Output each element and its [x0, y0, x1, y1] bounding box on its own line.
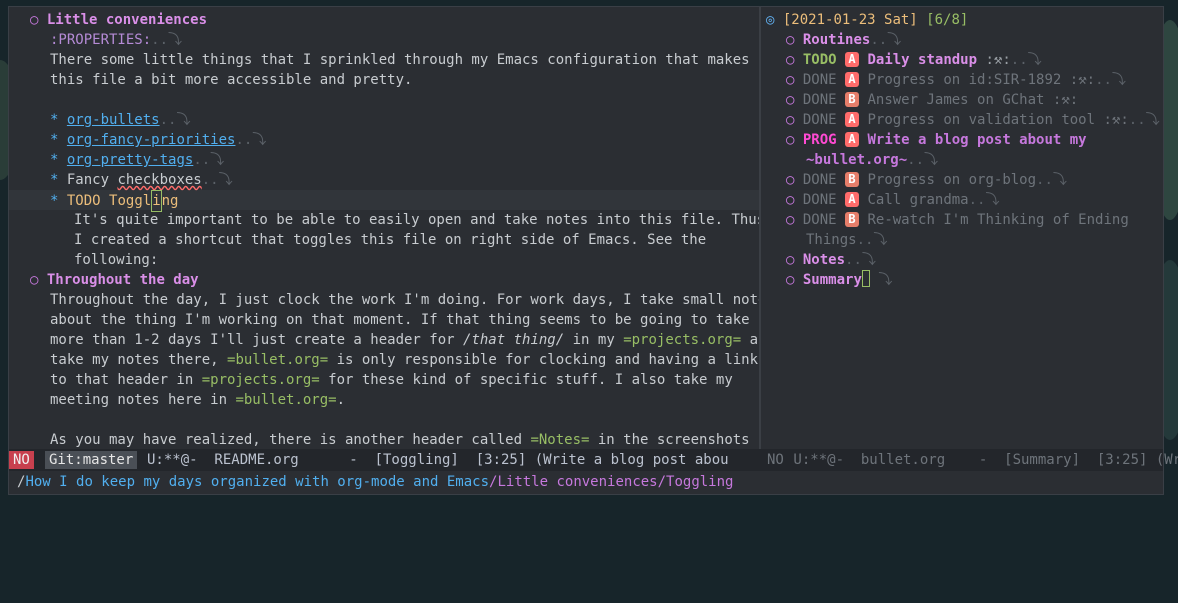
list-star-icon: * [50, 152, 59, 168]
fold-arrow-icon: ..⤵ [1095, 72, 1126, 88]
heading-bullet-icon: ◎ [766, 12, 775, 28]
task-answer-james[interactable]: ○ DONE B Answer James on GChat :⚒: [786, 90, 1078, 110]
fold-arrow-icon: ..⤵ [856, 232, 888, 248]
priority-badge: A [845, 72, 860, 87]
list-star-icon: * [50, 172, 59, 188]
heading-bullet-icon: ○ [786, 52, 795, 68]
fold-arrow-icon: ..⤵ [1010, 52, 1042, 68]
heading-bullet-icon: ○ [786, 92, 795, 108]
heading-little-conveniences[interactable]: ○ Little conveniences [30, 10, 207, 30]
paragraph-line: I created a shortcut that toggles this f… [74, 232, 707, 248]
priority-badge: A [845, 132, 860, 147]
text-cursor [861, 270, 870, 287]
heading-notes[interactable]: ○ Notes..⤵ [786, 250, 876, 270]
list-star-icon: * [50, 132, 59, 148]
link-org-fancy-priorities[interactable]: org-fancy-priorities [67, 132, 236, 148]
fold-arrow-icon: ..⤵ [968, 192, 1000, 208]
task-blog-post-cont: ~bullet.org~..⤵ [806, 152, 939, 168]
link-org-pretty-tags[interactable]: org-pretty-tags [67, 152, 193, 168]
heading-bullet-icon: ○ [30, 272, 39, 288]
list-item-org-pretty-tags[interactable]: * org-pretty-tags..⤵ [50, 150, 224, 170]
emacs-frame: ○ Little conveniences :PROPERTIES:..⤵ Th… [8, 6, 1178, 495]
right-evil-state: NO [767, 452, 784, 468]
minibuffer[interactable]: /How I do keep my days organized with or… [9, 471, 1163, 494]
right-window-bullet[interactable]: ◎ [2021-01-23 Sat] [6/8] ○ Routines..⤵ ○… [761, 7, 1163, 449]
paragraph-line: more than 1-2 days I'll just create a he… [50, 332, 759, 348]
heading-routines[interactable]: ○ Routines..⤵ [786, 30, 901, 50]
right-status: U:**@- bullet.org - [Summary] [3:25] (Wr [785, 452, 1178, 468]
task-daily-standup[interactable]: ○ TODO A Daily standup :⚒:..⤵ [786, 50, 1042, 70]
fold-arrow-icon: ..⤵ [907, 152, 939, 168]
fold-arrow-icon: ..⤵ [1128, 112, 1160, 128]
heading-bullet-icon: ○ [786, 212, 795, 228]
priority-badge: B [845, 212, 860, 227]
heading-bullet-icon: ○ [786, 272, 795, 288]
paragraph-line: to that header in =projects.org= for the… [50, 372, 733, 388]
left-status: U:**@- README.org - [Toggling] [3:25] (W… [147, 452, 729, 468]
date-heading[interactable]: ◎ [2021-01-23 Sat] [6/8] [766, 10, 968, 30]
task-rewatch[interactable]: ○ DONE B Re-watch I'm Thinking of Ending [786, 210, 1129, 230]
heading-bullet-icon: ○ [786, 32, 795, 48]
fold-arrow-icon: ..⤵ [235, 132, 267, 148]
priority-badge: B [845, 172, 860, 187]
heading-bullet-icon: ○ [786, 72, 795, 88]
heading-bullet-icon: ○ [30, 12, 39, 28]
list-item-fancy-checkboxes[interactable]: * Fancy checkboxes..⤵ [50, 170, 233, 190]
task-org-blog[interactable]: ○ DONE B Progress on org-blog..⤵ [786, 170, 1067, 190]
priority-badge: A [845, 192, 860, 207]
fold-arrow-icon: ..⤵ [151, 32, 183, 48]
fold-arrow-icon: ⤵ [869, 272, 893, 288]
paragraph-line: Throughout the day, I just clock the wor… [50, 292, 759, 308]
heading-throughout-the-day[interactable]: ○ Throughout the day [30, 270, 199, 290]
paragraph-line: take my notes there, =bullet.org= is onl… [50, 352, 759, 368]
list-star-icon: * [50, 112, 59, 128]
heading-bullet-icon: ○ [786, 192, 795, 208]
modeline: NO Git:master U:**@- README.org - [Toggl… [9, 449, 1178, 471]
fold-arrow-icon: ..⤵ [159, 112, 191, 128]
task-blog-post[interactable]: ○ PROG A Write a blog post about my [786, 130, 1087, 150]
heading-summary[interactable]: ○ Summary ⤵ [786, 270, 892, 290]
paragraph-line: As you may have realized, there is anoth… [50, 432, 750, 448]
task-call-grandma[interactable]: ○ DONE A Call grandma..⤵ [786, 190, 999, 210]
fold-arrow-icon: ..⤵ [1036, 172, 1067, 188]
fold-arrow-icon: ..⤵ [845, 252, 876, 268]
priority-badge: A [845, 112, 860, 127]
paragraph-line: There some little things that I sprinkle… [50, 52, 750, 68]
list-item-org-fancy-priorities[interactable]: * org-fancy-priorities..⤵ [50, 130, 266, 150]
priority-badge: A [845, 52, 860, 67]
text-cursor: i [151, 190, 162, 212]
heading-bullet-icon: ○ [786, 132, 795, 148]
heading-bullet-icon: ○ [786, 112, 795, 128]
git-branch[interactable]: Git:master [45, 451, 138, 469]
fold-arrow-icon: ..⤵ [870, 32, 902, 48]
fold-arrow-icon: ..⤵ [193, 152, 225, 168]
evil-state-badge: NO [9, 451, 34, 469]
heading-bullet-icon: ○ [786, 252, 795, 268]
paragraph-line: meeting notes here in =bullet.org=. [50, 392, 346, 408]
task-validation-tool[interactable]: ○ DONE A Progress on validation tool :⚒:… [786, 110, 1160, 130]
paragraph-line: this file a bit more accessible and pret… [50, 72, 413, 88]
list-item-org-bullets[interactable]: * org-bullets..⤵ [50, 110, 190, 130]
properties-drawer[interactable]: :PROPERTIES:..⤵ [50, 30, 182, 50]
fold-arrow-icon: ..⤵ [201, 172, 233, 188]
paragraph-line: It's quite important to be able to easil… [74, 212, 759, 228]
paragraph-line: following: [74, 252, 159, 268]
link-org-bullets[interactable]: org-bullets [67, 112, 160, 128]
task-rewatch-cont: Things..⤵ [806, 232, 888, 248]
left-window-readme[interactable]: ○ Little conveniences :PROPERTIES:..⤵ Th… [9, 7, 759, 449]
todo-keyword: TODO [66, 193, 101, 209]
paragraph-line: about the thing I'm working on that mome… [50, 312, 750, 328]
priority-badge: B [845, 92, 860, 107]
progress-cookie: [6/8] [926, 12, 969, 28]
heading-bullet-icon: ○ [786, 172, 795, 188]
task-progress-sir-1892[interactable]: ○ DONE A Progress on id:SIR-1892 :⚒:..⤵ [786, 70, 1126, 90]
outline-path: /How I do keep my days organized with or… [17, 474, 734, 490]
list-item-toggling[interactable]: * TODO Toggling [50, 190, 178, 212]
list-star-icon: * [50, 193, 59, 209]
